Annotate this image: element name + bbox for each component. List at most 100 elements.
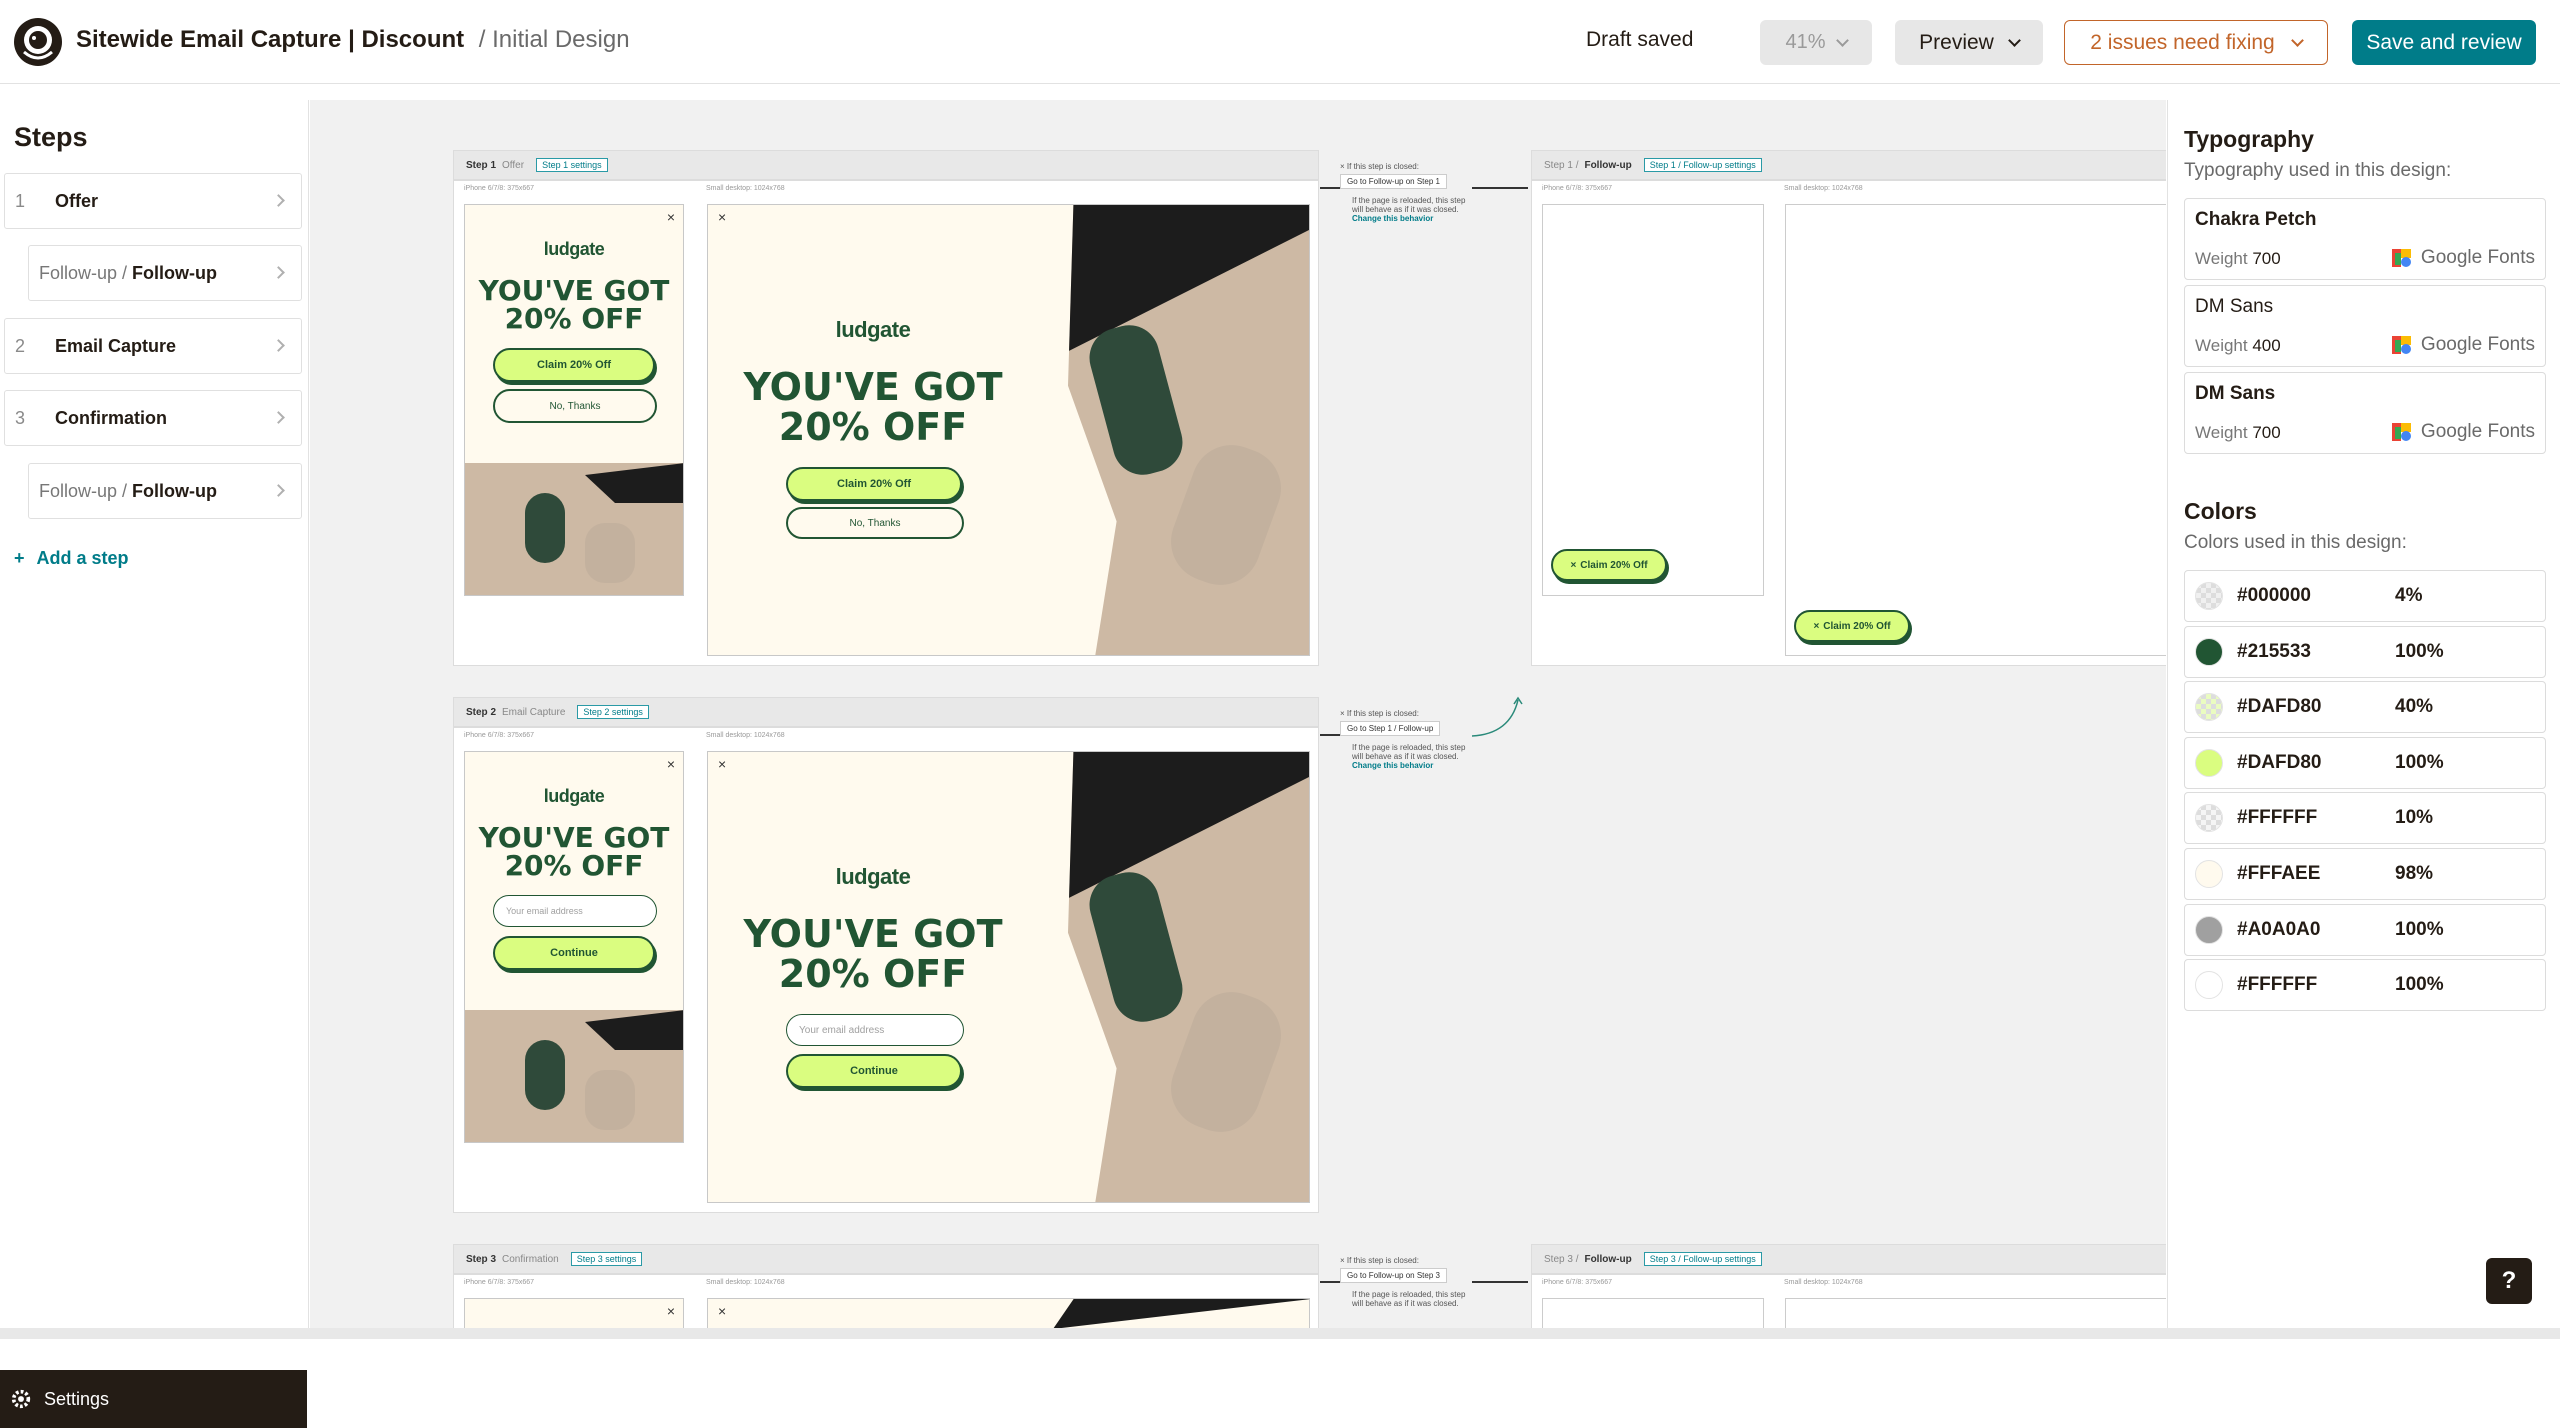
close-action-select[interactable]: Go to Follow-up on Step 1 <box>1340 174 1470 189</box>
flow-arrow <box>1472 187 1528 189</box>
headline-line-2: 20% OFF <box>504 302 644 335</box>
model-photo <box>1053 1299 1309 1328</box>
step-number: 1 <box>15 190 26 211</box>
follow-up-settings-button[interactable]: Step 3 / Follow-up settings <box>1643 1252 1762 1266</box>
email-field[interactable]: Your email address <box>493 895 657 927</box>
mobile-device-label: iPhone 6/7/8: 375x667 <box>464 1279 535 1286</box>
bottom-scrollbar[interactable] <box>0 1328 2560 1339</box>
desktop-popup[interactable]: × ludgate YOU'VE GOT 20% OFF Your email … <box>707 751 1310 1203</box>
mobile-device-label: iPhone 6/7/8: 375x667 <box>464 732 535 739</box>
desktop-popup[interactable]: × ludgate YOU'VE GOT 20% OFF Claim 20% O… <box>707 204 1310 656</box>
headline-line-1: YOU'VE GOT <box>478 274 670 307</box>
closed-text: × If this step is closed: <box>1340 1256 1419 1265</box>
headline-line-2: 20% OFF <box>778 405 968 449</box>
claim-teaser-button[interactable]: × Claim 20% Off <box>1551 549 1667 581</box>
step-item-offer-follow-up[interactable]: Follow-up / Follow-up <box>28 245 302 301</box>
color-row: #000000 4% <box>2184 570 2546 622</box>
issues-button[interactable]: 2 issues need fixing <box>2064 20 2328 65</box>
step-3-settings-button[interactable]: Step 3 settings <box>570 1252 643 1266</box>
desktop-device-label: Small desktop: 1024x768 <box>706 1279 785 1286</box>
desktop-preview <box>1785 1298 2166 1328</box>
color-swatch <box>2195 748 2223 777</box>
close-icon[interactable]: × <box>667 756 675 772</box>
close-icon[interactable]: × <box>718 1303 726 1319</box>
step-label: Follow-up <box>132 262 218 283</box>
design-details-panel: Typography Typography used in this desig… <box>2167 100 2560 1328</box>
close-icon: × <box>1570 559 1577 571</box>
flow-arrow-curve <box>1471 696 1523 737</box>
desktop-device-label: Small desktop: 1024x768 <box>1784 185 1863 192</box>
chevron-right-icon <box>272 484 285 497</box>
save-and-review-button[interactable]: Save and review <box>2352 20 2536 65</box>
color-row: #DAFD80 40% <box>2184 681 2546 734</box>
color-hex: #A0A0A0 <box>2237 918 2321 940</box>
desktop-popup[interactable]: × <box>707 1298 1310 1328</box>
step-item-confirmation[interactable]: 3 Confirmation <box>4 390 302 446</box>
step-item-offer[interactable]: 1 Offer <box>4 173 302 229</box>
flow-arrow <box>1320 187 1340 189</box>
design-name: / Initial Design <box>478 26 630 53</box>
claim-button[interactable]: Claim 20% Off <box>493 348 655 382</box>
colors-heading: Colors <box>2184 498 2257 524</box>
color-hex: #215533 <box>2237 640 2311 662</box>
add-step-button[interactable]: + Add a step <box>14 548 129 569</box>
step-title: Step 2 <box>466 706 497 718</box>
step-number: 3 <box>15 407 26 428</box>
mobile-popup[interactable]: × ludgate YOU'VE GOT 20% OFF Your email … <box>464 751 684 1143</box>
zoom-select[interactable]: 41% <box>1760 20 1872 65</box>
change-behavior-link[interactable]: Change this behavior <box>1352 214 1470 223</box>
no-thanks-button[interactable]: No, Thanks <box>493 389 657 423</box>
design-canvas[interactable]: Step 1 Offer Step 1 settings iPhone 6/7/… <box>310 100 2166 1328</box>
mobile-device-label: iPhone 6/7/8: 375x667 <box>1542 1279 1613 1286</box>
mailchimp-logo-icon[interactable] <box>12 16 64 68</box>
change-behavior-link[interactable]: Change this behavior <box>1352 761 1470 770</box>
help-button[interactable]: ? <box>2486 1258 2532 1304</box>
google-fonts-icon <box>2391 423 2411 441</box>
color-hex: #FFFAEE <box>2237 863 2321 884</box>
no-thanks-button[interactable]: No, Thanks <box>786 507 964 539</box>
step-item-email-capture[interactable]: 2 Email Capture <box>4 318 302 374</box>
typography-heading: Typography <box>2184 126 2314 152</box>
close-icon[interactable]: × <box>667 209 675 225</box>
email-field[interactable]: Your email address <box>786 1014 964 1046</box>
mobile-popup[interactable]: × <box>464 1298 684 1328</box>
mobile-popup[interactable]: × ludgate YOU'VE GOT 20% OFF Claim 20% O… <box>464 204 684 596</box>
step-1-follow-up-header: Step 1 / Follow-up Step 1 / Follow-up se… <box>1531 150 2166 180</box>
continue-button[interactable]: Continue <box>493 936 655 970</box>
step-1-settings-button[interactable]: Step 1 settings <box>536 158 608 172</box>
preview-button[interactable]: Preview <box>1895 20 2043 65</box>
step-name: Email Capture <box>502 706 566 718</box>
close-action-select[interactable]: Go to Follow-up on Step 3 <box>1340 1268 1470 1283</box>
settings-label: Settings <box>44 1388 110 1409</box>
page-title: Sitewide Email Capture | Discount / Init… <box>76 26 630 54</box>
top-bar: Sitewide Email Capture | Discount / Init… <box>0 0 2560 84</box>
step-item-confirmation-follow-up[interactable]: Follow-up / Follow-up <box>28 463 302 519</box>
mobile-preview: × Claim 20% Off <box>1542 204 1764 596</box>
google-fonts-icon <box>2391 249 2411 267</box>
campaign-title: Sitewide Email Capture | Discount <box>76 26 465 53</box>
font-name: Chakra Petch <box>2195 209 2317 230</box>
color-swatch <box>2195 582 2223 610</box>
color-row: #DAFD80 100% <box>2184 736 2546 789</box>
color-row: #FFFFFF 10% <box>2184 792 2546 845</box>
claim-teaser-button[interactable]: × Claim 20% Off <box>1794 610 1910 642</box>
step-2-settings-button[interactable]: Step 2 settings <box>577 705 649 719</box>
font-weight: Weight 400 <box>2195 336 2281 355</box>
color-opacity: 100% <box>2395 640 2444 662</box>
google-fonts-icon <box>2391 336 2411 354</box>
font-card: DM Sans Weight 700 Google Fonts <box>2184 372 2546 454</box>
color-opacity: 98% <box>2395 863 2434 884</box>
issues-label: 2 issues need fixing <box>2090 30 2275 54</box>
settings-button[interactable]: Settings <box>0 1370 307 1428</box>
close-icon[interactable]: × <box>667 1303 675 1319</box>
step-name: Follow-up <box>1584 159 1632 171</box>
close-icon: × <box>1813 620 1820 632</box>
font-source: Google Fonts <box>2391 247 2535 269</box>
font-name: DM Sans <box>2195 296 2274 317</box>
close-action-select[interactable]: Go to Step 1 / Follow-up <box>1340 721 1470 736</box>
gear-icon <box>11 1389 31 1409</box>
follow-up-settings-button[interactable]: Step 1 / Follow-up settings <box>1643 158 1762 172</box>
continue-button[interactable]: Continue <box>786 1054 962 1088</box>
claim-button[interactable]: Claim 20% Off <box>786 467 962 501</box>
step-1-follow-up-frame: iPhone 6/7/8: 375x667 Small desktop: 102… <box>1531 180 2166 666</box>
